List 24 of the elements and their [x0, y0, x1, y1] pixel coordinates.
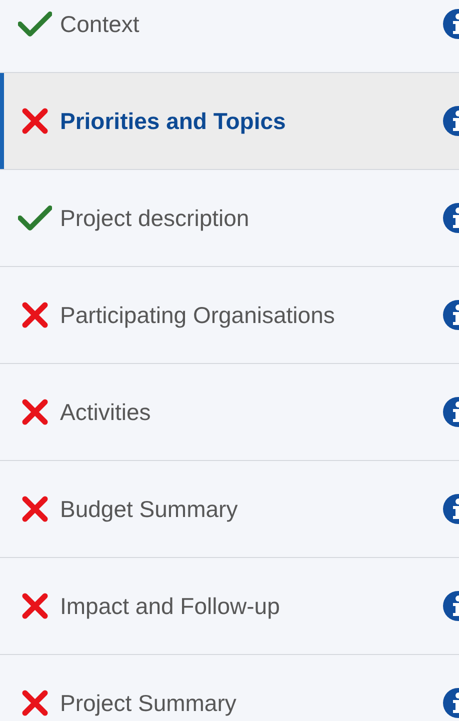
- step-item[interactable]: Activities: [0, 364, 459, 460]
- step-item[interactable]: Impact and Follow-up: [0, 558, 459, 654]
- step-item[interactable]: Budget Summary: [0, 461, 459, 557]
- cross-icon: [22, 108, 48, 134]
- step-label: Activities: [60, 398, 152, 427]
- step-item[interactable]: Project description: [0, 170, 459, 266]
- step-label: Context: [60, 10, 140, 39]
- step-item[interactable]: Participating Organisations: [0, 267, 459, 363]
- cross-icon: [22, 496, 48, 522]
- step-item[interactable]: Project Summary: [0, 655, 459, 721]
- cross-icon: [22, 302, 48, 328]
- cross-icon: [22, 593, 48, 619]
- checkmark-icon: [18, 11, 52, 37]
- step-label: Participating Organisations: [60, 300, 336, 330]
- step-label: Impact and Follow-up: [60, 592, 281, 621]
- cross-icon: [22, 690, 48, 716]
- step-item[interactable]: Priorities and Topics: [0, 73, 459, 169]
- step-label: Priorities and Topics: [60, 106, 287, 136]
- cross-icon: [22, 399, 48, 425]
- step-item[interactable]: Context: [0, 0, 459, 72]
- checkmark-icon: [18, 205, 52, 231]
- step-label: Budget Summary: [60, 494, 239, 524]
- step-label: Project Summary: [60, 688, 238, 718]
- step-label: Project description: [60, 204, 250, 233]
